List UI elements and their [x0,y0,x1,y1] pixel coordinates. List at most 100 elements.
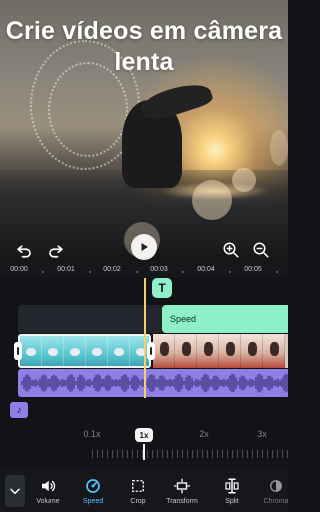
speed-option[interactable]: 3x [257,429,267,439]
speed-tick [202,450,203,458]
play-icon [141,243,148,251]
speed-tick [232,450,233,458]
speed-tick [177,450,178,458]
volume-icon [42,480,56,492]
speed-tick [277,450,278,458]
text-icon: T [158,281,166,295]
speed-tick [172,450,173,458]
ruler-dot [229,271,231,273]
tool-label: Volume [36,498,60,505]
speed-tick [257,450,258,458]
speed-tick [147,450,148,458]
crop-icon [132,480,144,492]
zoom-out-icon [253,242,269,258]
speed-track-label: Speed [170,314,197,324]
clip-thumbnail [219,334,241,368]
speed-tick [187,450,188,458]
time-tick: 00:02 [103,266,121,273]
zoom-in-button[interactable] [221,240,241,260]
chevron-down-icon [10,488,20,495]
clip-trim-handle-left[interactable] [14,342,22,360]
tool-volume[interactable]: Volume [26,477,70,505]
speed-option[interactable]: 0.1x [83,429,100,439]
video-preview: Crie vídeos em câmera lenta [0,0,288,262]
ruler-dot [276,271,278,273]
speed-tick [237,450,238,458]
speed-tick [152,450,153,458]
tool-label: Chroma [263,498,289,505]
speed-tick [247,450,248,458]
speed-tick [212,450,213,458]
play-button[interactable] [131,234,157,260]
speed-tick [162,450,163,458]
speed-tick [117,450,118,458]
speed-tick [227,450,228,458]
speed-option[interactable]: 2x [199,429,209,439]
speed-tick [112,450,113,458]
zoom-out-button[interactable] [251,240,271,260]
empty-effect-track [18,305,162,333]
video-clip[interactable] [153,334,288,368]
undo-button[interactable] [14,240,34,260]
tool-split[interactable]: Split [210,477,254,505]
text-track-marker[interactable]: T [152,278,172,298]
speed-slider-thumb[interactable] [143,444,145,460]
tool-speed[interactable]: Speed [71,477,115,505]
music-note-icon[interactable]: ♪ [10,402,28,418]
clip-thumbnail [241,334,263,368]
time-tick: 00:00 [10,266,28,273]
chroma-icon [270,480,282,492]
speed-icon [86,479,100,493]
collapse-button[interactable] [5,475,25,507]
tool-label: Split [225,498,239,505]
tool-chroma[interactable]: Chroma [254,477,298,505]
clip-thumbnail [86,336,108,366]
speed-tick [197,450,198,458]
tool-label: Crop [130,498,146,505]
speed-tick [132,450,133,458]
redo-button[interactable] [46,240,66,260]
video-clip-selected[interactable] [18,334,151,368]
tool-crop[interactable]: Crop [116,477,160,505]
speed-tick [252,450,253,458]
tool-transform[interactable]: Transform [160,477,204,505]
playhead[interactable] [144,278,146,398]
transform-icon [173,478,191,494]
speed-current-value[interactable]: 1x [135,428,153,442]
clip-thumbnail [197,334,219,368]
speed-slider[interactable] [92,448,288,460]
ruler-dot [89,271,91,273]
clip-thumbnail [20,336,42,366]
clip-thumbnail [64,336,86,366]
ruler-dot [182,271,184,273]
clip-thumbnail [153,334,175,368]
speed-tick [267,450,268,458]
speed-tick [127,450,128,458]
time-tick: 00:03 [150,266,168,273]
audio-track[interactable] [18,369,288,397]
bokeh-light [192,180,232,220]
clip-thumbnail [175,334,197,368]
speed-tick [97,450,98,458]
speed-tick [167,450,168,458]
speed-tick [157,450,158,458]
speed-effect-track[interactable]: Speed [162,305,288,333]
speed-tick [282,450,283,458]
tool-label: Transform [166,498,198,505]
bokeh-light [270,130,288,166]
speed-tick [137,450,138,458]
bokeh-light [232,168,256,192]
undo-icon [17,245,31,258]
speed-tick [242,450,243,458]
clip-thumbnail [263,334,285,368]
promo-headline: Crie vídeos em câmera lenta [5,17,283,76]
time-ruler[interactable]: 00:00 00:01 00:02 00:03 00:04 00:05 [0,262,288,278]
speed-tick [222,450,223,458]
speed-tick [102,450,103,458]
speed-tick [272,450,273,458]
time-tick: 00:05 [244,266,262,273]
speed-tick [107,450,108,458]
speed-tick [207,450,208,458]
zoom-in-icon [223,242,239,258]
clip-trim-handle-right[interactable] [147,342,155,360]
